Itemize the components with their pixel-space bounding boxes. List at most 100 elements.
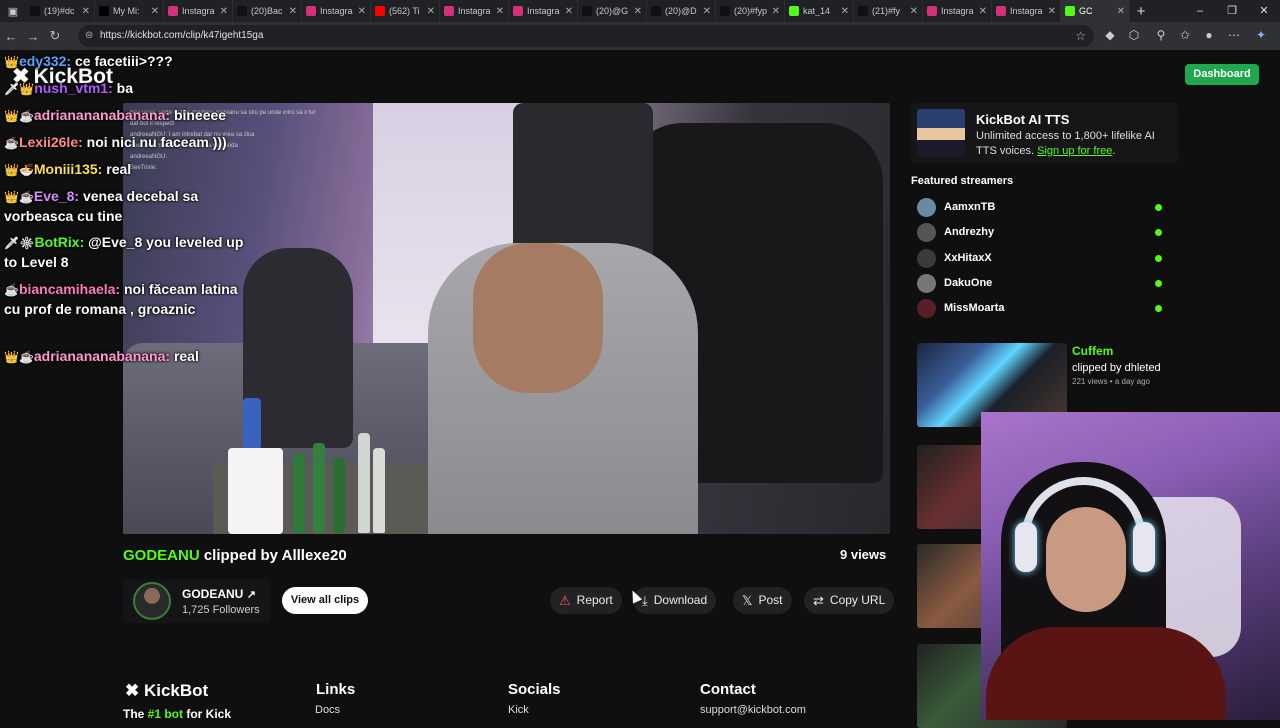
chat-badge-icon: 👑☕: [4, 350, 34, 364]
tab-actions-icon[interactable]: ▣: [0, 5, 26, 18]
chat-message: 👑☕Eve_8: venea decebal sa vorbeasca cu t…: [4, 187, 244, 226]
address-bar[interactable]: ⊜ https://kickbot.com/clip/k47igeht15ga …: [78, 25, 1094, 47]
post-button[interactable]: 𝕏 Post: [733, 587, 792, 614]
tab-favicon-icon: [306, 6, 316, 16]
tab-close-icon[interactable]: ✕: [1048, 6, 1056, 17]
related-clip-title[interactable]: Cuffem: [1072, 344, 1113, 358]
close-window-button[interactable]: ✕: [1248, 0, 1280, 22]
download-button[interactable]: ⤓ Download: [633, 587, 717, 614]
featured-streamer-item[interactable]: MissMoarta: [917, 299, 1167, 319]
view-all-clips-button[interactable]: View all clips: [282, 587, 368, 614]
url-text: https://kickbot.com/clip/k47igeht15ga: [100, 30, 264, 41]
profile-avatar[interactable]: ●: [1200, 26, 1218, 44]
featured-streamer-item[interactable]: XxHitaxX: [917, 248, 1167, 269]
chat-username[interactable]: Moniii135:: [34, 161, 102, 177]
tab-close-icon[interactable]: ✕: [496, 6, 504, 17]
footer-kick-link[interactable]: Kick: [508, 704, 529, 716]
chat-username[interactable]: nush_vtm1:: [34, 80, 113, 96]
chat-username[interactable]: adrianananabanana:: [34, 107, 170, 123]
tab-close-icon[interactable]: ✕: [358, 6, 366, 17]
browser-tab[interactable]: Instagra ✕: [992, 0, 1061, 22]
featured-streamer-item[interactable]: AamxnTB: [917, 198, 1167, 218]
browser-tab[interactable]: (21)#fy ✕: [854, 0, 923, 22]
chat-message: 👑edy332: ce facetiii>???: [4, 52, 244, 72]
tab-close-icon[interactable]: ✕: [151, 6, 159, 17]
reload-button[interactable]: ↻: [44, 28, 66, 44]
bookmark-star-icon[interactable]: ☆: [1075, 25, 1086, 47]
chat-username[interactable]: BotRix:: [34, 234, 84, 250]
browser-tab[interactable]: Instagra ✕: [164, 0, 233, 22]
copilot-icon[interactable]: ✦: [1252, 26, 1270, 44]
featured-streamer-item[interactable]: Andrezhy: [917, 223, 1167, 243]
chat-username[interactable]: Lexii26le:: [19, 134, 83, 150]
featured-streamers-heading: Featured streamers: [911, 175, 1014, 187]
tab-close-icon[interactable]: ✕: [979, 6, 987, 17]
chat-message: 👑🍜Moniii135: real: [4, 160, 244, 180]
tts-description: Unlimited access to 1,800+ lifelike AI T…: [976, 130, 1155, 157]
site-info-icon[interactable]: ⊜: [85, 25, 93, 47]
tab-favicon-icon: [1065, 6, 1075, 16]
tab-close-icon[interactable]: ✕: [289, 6, 297, 17]
tab-close-icon[interactable]: ✕: [220, 6, 228, 17]
report-button[interactable]: ⚠ Report: [550, 587, 622, 614]
streamer-name[interactable]: GODEANU ↗: [182, 587, 256, 601]
tab-close-icon[interactable]: ✕: [634, 6, 642, 17]
footer-tag-link[interactable]: #1 bot: [148, 707, 183, 721]
extensions-puzzle-icon[interactable]: ⬡: [1125, 26, 1143, 44]
chat-username[interactable]: edy332:: [19, 53, 71, 69]
tab-close-icon[interactable]: ✕: [427, 6, 435, 17]
chat-username[interactable]: adrianananabanana:: [34, 348, 170, 364]
favorites-icon[interactable]: ✩: [1176, 26, 1194, 44]
featured-streamer-name: AamxnTB: [944, 201, 996, 213]
streamer-avatar: [133, 582, 171, 620]
footer-email-link[interactable]: support@kickbot.com: [700, 704, 806, 716]
tab-close-icon[interactable]: ✕: [565, 6, 573, 17]
tab-close-icon[interactable]: ✕: [703, 6, 711, 17]
tab-close-icon[interactable]: ✕: [841, 6, 849, 17]
browser-tab[interactable]: GC ✕: [1061, 0, 1130, 22]
chat-username[interactable]: Eve_8:: [34, 188, 79, 204]
tab-close-icon[interactable]: ✕: [910, 6, 918, 17]
tab-favicon-icon: [582, 6, 592, 16]
tts-signup-link[interactable]: Sign up for free: [1037, 145, 1112, 157]
chat-username[interactable]: biancamihaela:: [19, 281, 120, 297]
browser-tab[interactable]: (20)#fyp ✕: [716, 0, 785, 22]
tab-favicon-icon: [99, 6, 109, 16]
footer-logo[interactable]: ✖ KickBot: [125, 681, 208, 701]
browser-tab[interactable]: Instagra ✕: [440, 0, 509, 22]
tab-favicon-icon: [168, 6, 178, 16]
new-tab-button[interactable]: +: [1130, 3, 1152, 20]
back-button[interactable]: ←: [0, 29, 22, 44]
browser-tab[interactable]: Instagra ✕: [302, 0, 371, 22]
featured-streamer-item[interactable]: DakuOne: [917, 273, 1167, 294]
browser-tab[interactable]: (19)#dc ✕: [26, 0, 95, 22]
minimize-button[interactable]: –: [1184, 0, 1216, 22]
browser-tab[interactable]: (20)@G ✕: [578, 0, 647, 22]
copy-url-button[interactable]: ⇄ Copy URL: [804, 587, 895, 614]
tab-close-icon[interactable]: ✕: [82, 6, 90, 17]
browser-tab[interactable]: Instagra ✕: [923, 0, 992, 22]
tts-promo-card[interactable]: KickBot AI TTS Unlimited access to 1,800…: [911, 103, 1178, 163]
more-menu-icon[interactable]: ⋯: [1225, 26, 1243, 44]
footer-docs-link[interactable]: Docs: [315, 704, 340, 716]
featured-streamer-name: Andrezhy: [944, 226, 995, 239]
browser-tab[interactable]: Instagra ✕: [509, 0, 578, 22]
split-screen-icon[interactable]: ⚲: [1152, 26, 1170, 44]
extension-icon[interactable]: ◆: [1101, 26, 1119, 44]
streamer-card[interactable]: GODEANU ↗ 1,725 Followers: [123, 579, 270, 623]
browser-tab[interactable]: (20)Bac ✕: [233, 0, 302, 22]
chat-text: real: [106, 161, 132, 177]
maximize-button[interactable]: ❐: [1216, 0, 1248, 22]
dashboard-button[interactable]: Dashboard: [1185, 64, 1259, 85]
browser-tab[interactable]: My Mi: ✕: [95, 0, 164, 22]
browser-tab[interactable]: kat_14 ✕: [785, 0, 854, 22]
download-icon: ⤓: [642, 593, 648, 608]
tab-close-icon[interactable]: ✕: [772, 6, 780, 17]
featured-streamer-avatar: [917, 248, 936, 268]
chat-text: noi nici nu faceam ))): [86, 134, 227, 150]
tab-close-icon[interactable]: ✕: [1117, 6, 1125, 17]
browser-tab[interactable]: (20)@D ✕: [647, 0, 716, 22]
browser-tab[interactable]: (562) Ti ✕: [371, 0, 440, 22]
clip-channel-link[interactable]: GODEANU: [123, 547, 200, 564]
forward-button[interactable]: →: [22, 29, 44, 44]
